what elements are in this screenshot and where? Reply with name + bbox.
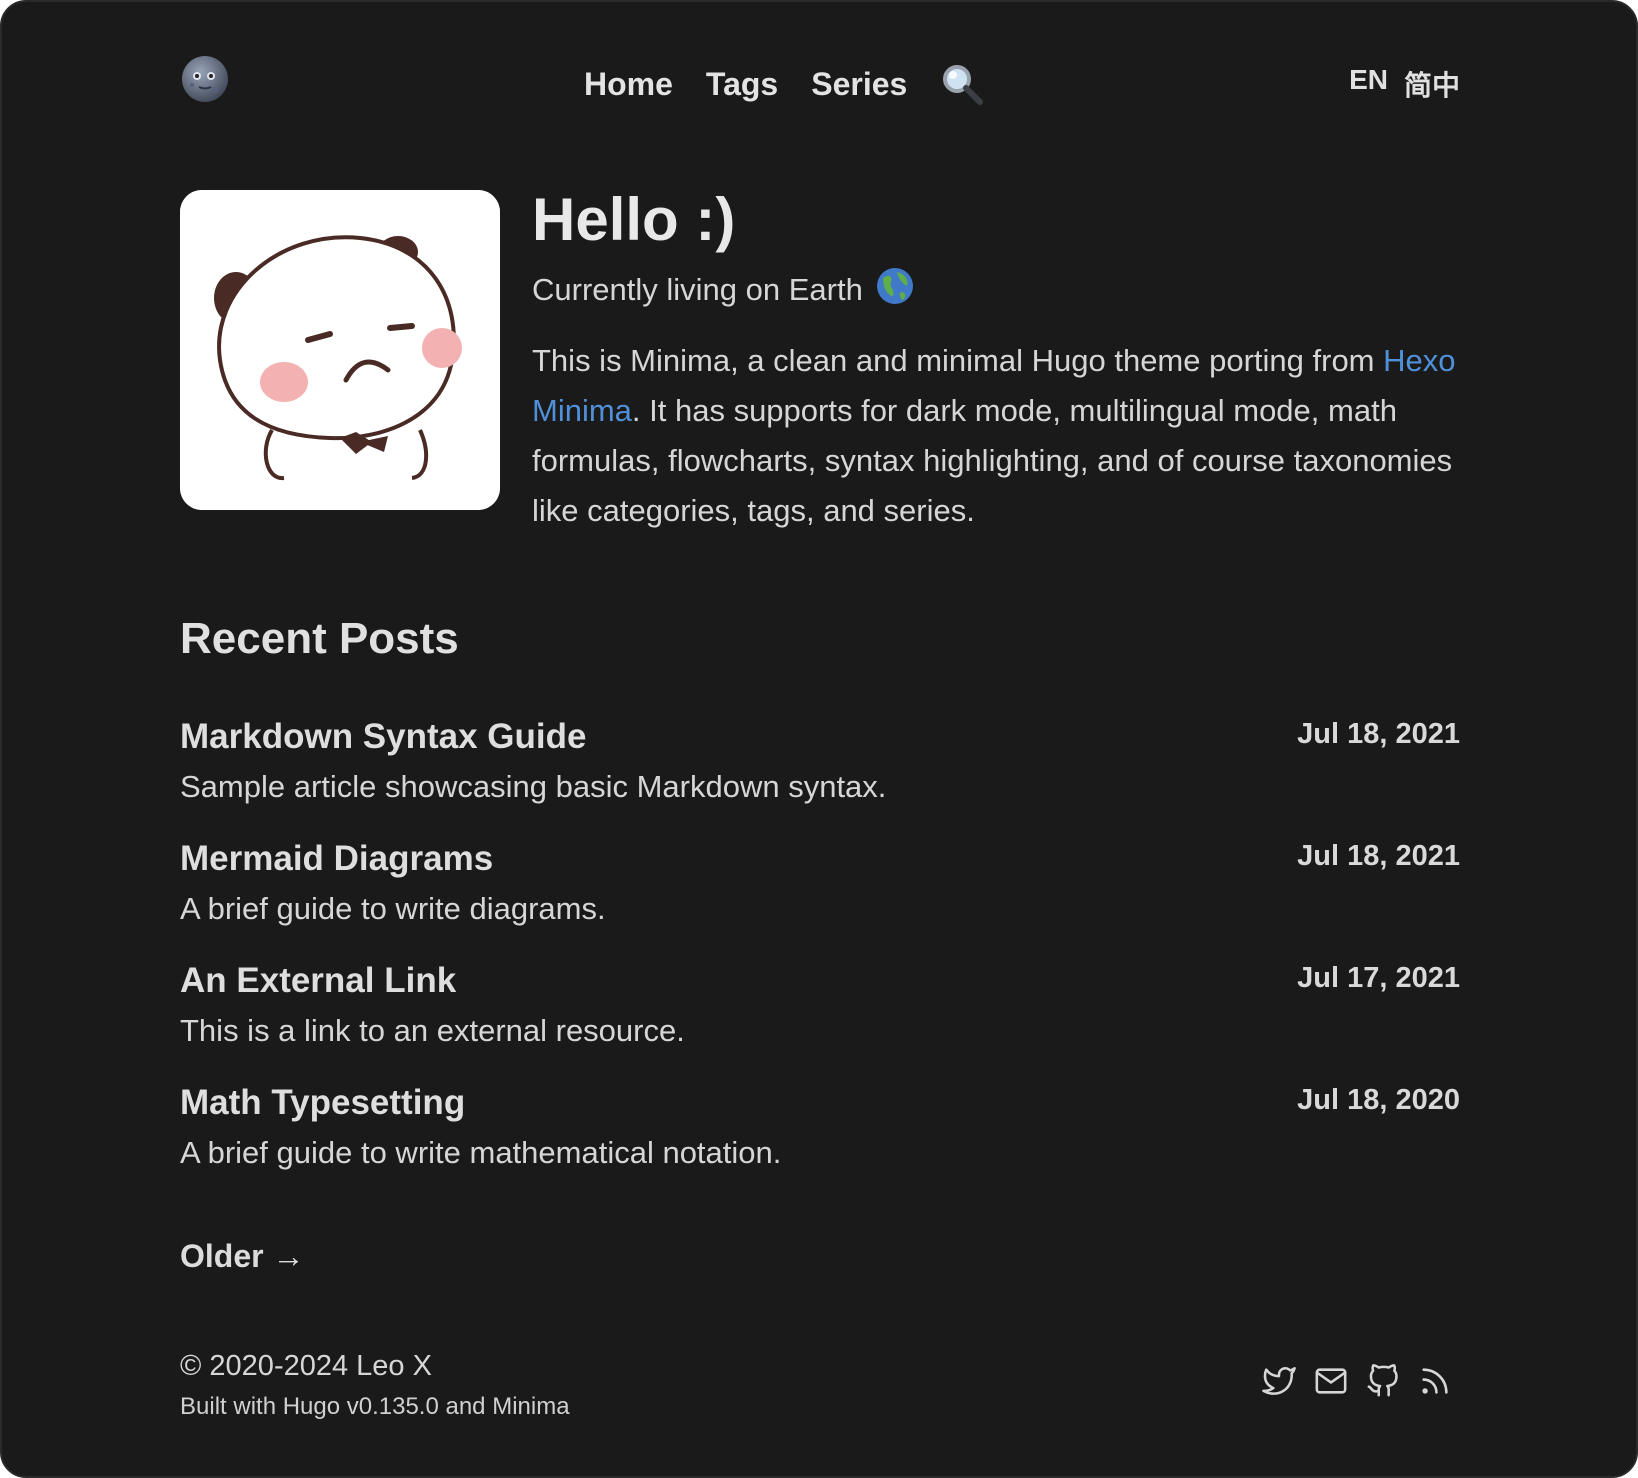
- post-title-link[interactable]: Markdown Syntax Guide: [180, 714, 1460, 760]
- post-date: Jul 18, 2020: [1297, 1084, 1460, 1116]
- post-description: Sample article showcasing basic Markdown…: [180, 769, 887, 804]
- magnifier-icon[interactable]: [940, 62, 984, 106]
- lang-zh[interactable]: 简中: [1404, 64, 1460, 104]
- list-item: Mermaid Diagrams A brief guide to write …: [180, 836, 1460, 958]
- post-date: Jul 17, 2021: [1297, 962, 1460, 994]
- post-date: Jul 18, 2021: [1297, 718, 1460, 750]
- twitter-icon[interactable]: [1262, 1364, 1296, 1398]
- intro-text: Hello :) Currently living on Earth This …: [532, 180, 1462, 536]
- intro-title: Hello :): [532, 186, 736, 253]
- mail-icon[interactable]: [1314, 1364, 1348, 1398]
- intro-subtitle: Currently living on Earth: [532, 266, 1462, 314]
- post-title-link[interactable]: Mermaid Diagrams: [180, 836, 1460, 882]
- language-switcher: EN 简中: [1349, 64, 1460, 104]
- social-links: [1262, 1364, 1452, 1398]
- site-footer: © 2020-2024 Leo X Built with Hugo v0.135…: [180, 1350, 1460, 1430]
- earth-globe-icon: [875, 266, 915, 314]
- list-item: An External Link This is a link to an ex…: [180, 958, 1460, 1080]
- github-icon[interactable]: [1366, 1364, 1400, 1398]
- post-date: Jul 18, 2021: [1297, 840, 1460, 872]
- nav-tags[interactable]: Tags: [706, 66, 778, 103]
- intro-subtitle-text: Currently living on Earth: [532, 272, 863, 307]
- post-list: Markdown Syntax Guide Sample article sho…: [180, 714, 1460, 1202]
- post-title-link[interactable]: An External Link: [180, 958, 1460, 1004]
- post-title-link[interactable]: Math Typesetting: [180, 1080, 1460, 1126]
- intro-section: Hello :) Currently living on Earth This …: [180, 186, 1460, 550]
- lang-en[interactable]: EN: [1349, 64, 1388, 104]
- moon-face-icon[interactable]: [180, 54, 230, 104]
- post-description: This is a link to an external resource.: [180, 1013, 685, 1048]
- list-item: Math Typesetting A brief guide to write …: [180, 1080, 1460, 1202]
- post-description: A brief guide to write diagrams.: [180, 891, 606, 926]
- bio-text-end: . It has supports for dark mode, multili…: [532, 393, 1453, 528]
- bio-text-start: This is Minima, a clean and minimal Hugo…: [532, 343, 1384, 378]
- main-nav: Home Tags Series: [584, 62, 984, 106]
- post-description: A brief guide to write mathematical nota…: [180, 1135, 782, 1170]
- browser-window: Home Tags Series EN 简中 Hello:) Currentl…: [0, 0, 1638, 1478]
- panda-sticker-image: [180, 190, 500, 510]
- avatar: [180, 190, 500, 510]
- list-item: Markdown Syntax Guide Sample article sho…: [180, 714, 1460, 836]
- nav-home[interactable]: Home: [584, 66, 673, 103]
- older-posts-link[interactable]: Older →: [180, 1238, 1460, 1275]
- rss-icon[interactable]: [1418, 1364, 1452, 1398]
- intro-bio: This is Minima, a clean and minimal Hugo…: [532, 336, 1462, 536]
- site-header: Home Tags Series EN 简中: [180, 54, 1460, 106]
- nav-series[interactable]: Series: [811, 66, 907, 103]
- recent-posts-heading: Recent Posts: [180, 614, 459, 663]
